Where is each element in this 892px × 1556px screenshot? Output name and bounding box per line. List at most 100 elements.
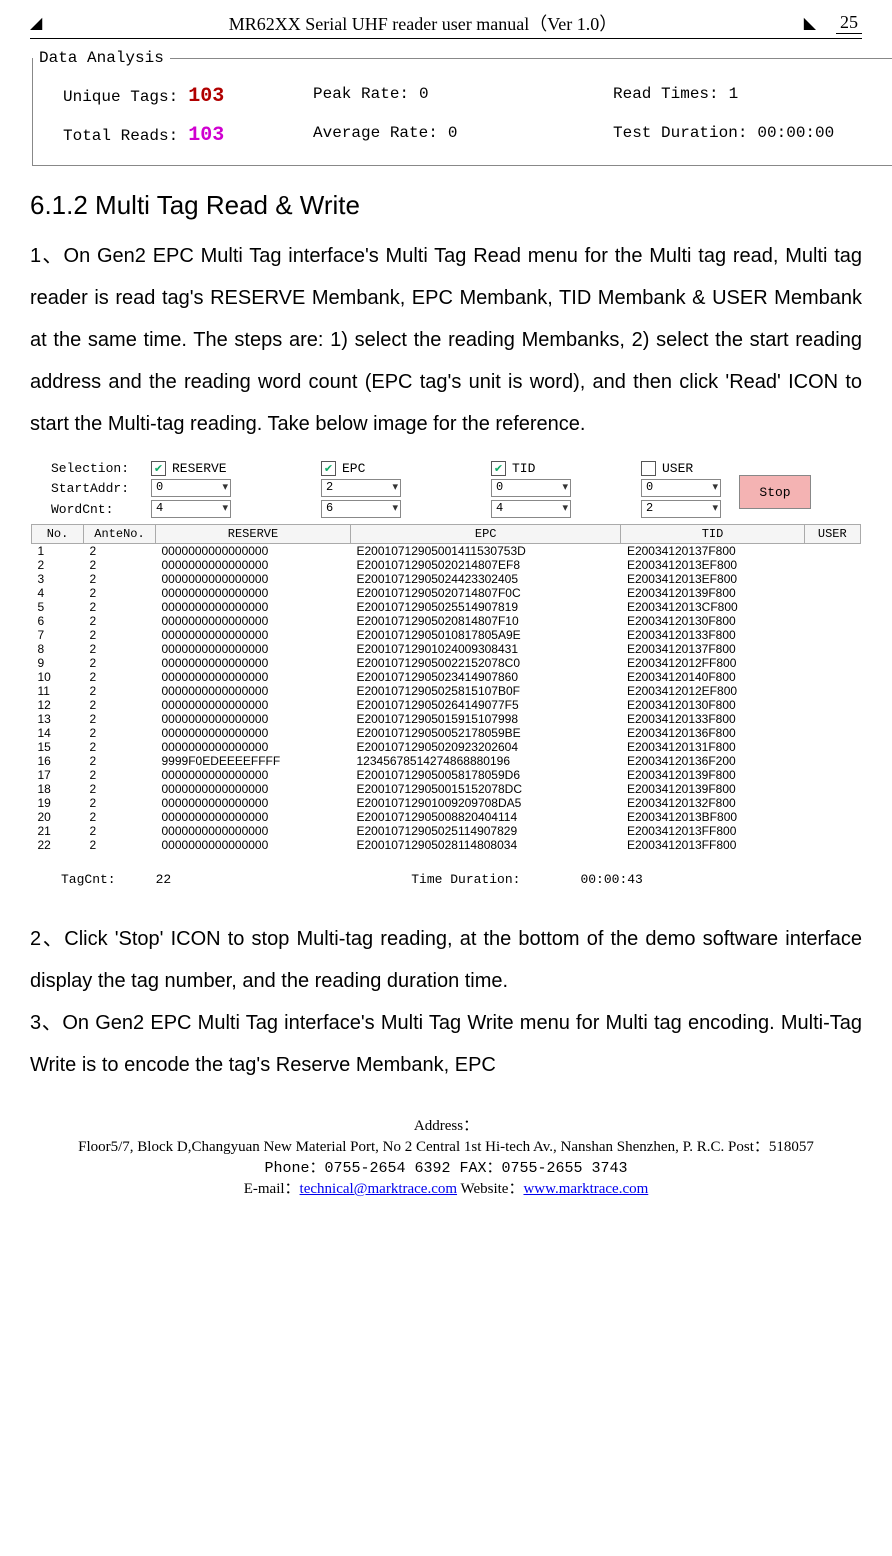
section-heading: 6.1.2 Multi Tag Read & Write: [30, 190, 862, 221]
table-cell: 2: [84, 810, 156, 824]
doc-title: MR62XX Serial UHF reader user manual（Ver…: [42, 10, 803, 36]
time-dur-label: Time Duration:: [411, 872, 520, 887]
table-cell: 18: [32, 782, 84, 796]
table-cell: E200107129050022152078C0: [351, 656, 621, 670]
table-cell: 10: [32, 670, 84, 684]
table-cell: 0000000000000000: [156, 572, 351, 586]
table-cell: E20010712905024423302405: [351, 572, 621, 586]
footer-web-label: Website：: [457, 1181, 523, 1197]
reserve-start-combo[interactable]: 0: [151, 479, 231, 497]
table-cell: E20034120139F800: [621, 586, 804, 600]
epc-cnt-combo[interactable]: 6: [321, 500, 401, 518]
peak-rate-value: 0: [419, 85, 429, 103]
table-cell: 4: [32, 586, 84, 600]
user-col-label: USER: [662, 461, 693, 476]
table-cell: 2: [84, 656, 156, 670]
table-cell: E20010712905028114808034: [351, 838, 621, 852]
tid-cnt-combo[interactable]: 4: [491, 500, 571, 518]
table-cell: 2: [84, 824, 156, 838]
avg-rate-value: 0: [448, 124, 458, 142]
tid-checkbox[interactable]: ✔: [491, 461, 506, 476]
table-cell: 9: [32, 656, 84, 670]
table-row: 220000000000000000E20010712905020214807E…: [32, 558, 861, 572]
peak-rate-label: Peak Rate:: [313, 85, 409, 103]
table-cell: [804, 558, 860, 572]
table-cell: 16: [32, 754, 84, 768]
th-no: No.: [32, 525, 84, 544]
table-cell: [804, 740, 860, 754]
footer-web-link[interactable]: www.marktrace.com: [523, 1181, 648, 1197]
table-row: 1320000000000000000E20010712905015915107…: [32, 712, 861, 726]
epc-checkbox[interactable]: ✔: [321, 461, 336, 476]
time-dur-value: 00:00:43: [580, 872, 642, 887]
epc-start-combo[interactable]: 2: [321, 479, 401, 497]
read-times-value: 1: [729, 85, 739, 103]
table-cell: E20034120137F800: [621, 642, 804, 656]
table-cell: [804, 698, 860, 712]
user-start-combo[interactable]: 0: [641, 479, 721, 497]
stop-button[interactable]: Stop: [739, 475, 811, 509]
table-row: 1920000000000000000E20010712901009209708…: [32, 796, 861, 810]
table-cell: [804, 796, 860, 810]
data-analysis-panel: Data Analysis Unique Tags: 103 Peak Rate…: [32, 49, 892, 166]
table-cell: E20034120132F800: [621, 796, 804, 810]
table-cell: E20010712901024009308431: [351, 642, 621, 656]
table-cell: 21: [32, 824, 84, 838]
tid-start-combo[interactable]: 0: [491, 479, 571, 497]
table-row: 620000000000000000E20010712905020814807F…: [32, 614, 861, 628]
table-cell: 2: [84, 558, 156, 572]
table-cell: 9999F0EDEEEEFFFF: [156, 754, 351, 768]
table-cell: E2003412013FF800: [621, 838, 804, 852]
startaddr-label: StartAddr:: [51, 481, 151, 496]
table-cell: E2003412013EF800: [621, 558, 804, 572]
selection-label: Selection:: [51, 461, 151, 476]
table-cell: 2: [84, 796, 156, 810]
data-analysis-legend: Data Analysis: [33, 49, 170, 67]
tid-col-label: TID: [512, 461, 535, 476]
table-cell: 0000000000000000: [156, 838, 351, 852]
table-cell: 2: [84, 670, 156, 684]
footer-email-label: E-mail：: [244, 1181, 300, 1197]
reserve-checkbox[interactable]: ✔: [151, 461, 166, 476]
reserve-cnt-combo[interactable]: 4: [151, 500, 231, 518]
table-cell: E20034120133F800: [621, 712, 804, 726]
table-cell: 0000000000000000: [156, 586, 351, 600]
table-cell: 1: [32, 544, 84, 559]
table-cell: E2003412012EF800: [621, 684, 804, 698]
tagcnt-value: 22: [156, 872, 172, 887]
footer-email-link[interactable]: technical@marktrace.com: [300, 1181, 457, 1197]
table-cell: [804, 768, 860, 782]
multi-tag-screenshot: Selection: ✔ RESERVE ✔ EPC ✔ TID USER Start…: [30, 451, 862, 894]
table-cell: 2: [32, 558, 84, 572]
table-cell: E200107129050015152078DC: [351, 782, 621, 796]
footer-addr: Floor5/7, Block D,Changyuan New Material…: [30, 1137, 862, 1158]
table-cell: 0000000000000000: [156, 712, 351, 726]
paragraph-1: 1、On Gen2 EPC Multi Tag interface's Mult…: [30, 235, 862, 445]
table-cell: 0000000000000000: [156, 782, 351, 796]
table-cell: E200107129050058178059D6: [351, 768, 621, 782]
table-cell: E2003412012FF800: [621, 656, 804, 670]
table-cell: 7: [32, 628, 84, 642]
table-row: 420000000000000000E20010712905020714807F…: [32, 586, 861, 600]
table-cell: E20034120136F200: [621, 754, 804, 768]
user-cnt-combo[interactable]: 2: [641, 500, 721, 518]
table-cell: E20034120136F800: [621, 726, 804, 740]
table-cell: 2: [84, 782, 156, 796]
user-checkbox[interactable]: [641, 461, 656, 476]
table-cell: 15: [32, 740, 84, 754]
table-cell: E20034120139F800: [621, 768, 804, 782]
table-cell: E20010712905025815107B0F: [351, 684, 621, 698]
th-reserve: RESERVE: [156, 525, 351, 544]
read-times-label: Read Times:: [613, 85, 719, 103]
table-cell: 2: [84, 838, 156, 852]
table-cell: 19: [32, 796, 84, 810]
table-cell: E20034120140F800: [621, 670, 804, 684]
table-cell: 0000000000000000: [156, 558, 351, 572]
th-epc: EPC: [351, 525, 621, 544]
total-reads-value: 103: [188, 124, 224, 147]
table-cell: E20010712905020814807F10: [351, 614, 621, 628]
table-cell: [804, 642, 860, 656]
table-cell: E20010712905025514907819: [351, 600, 621, 614]
table-cell: E20034120139F800: [621, 782, 804, 796]
table-cell: E20010712905020923202604: [351, 740, 621, 754]
